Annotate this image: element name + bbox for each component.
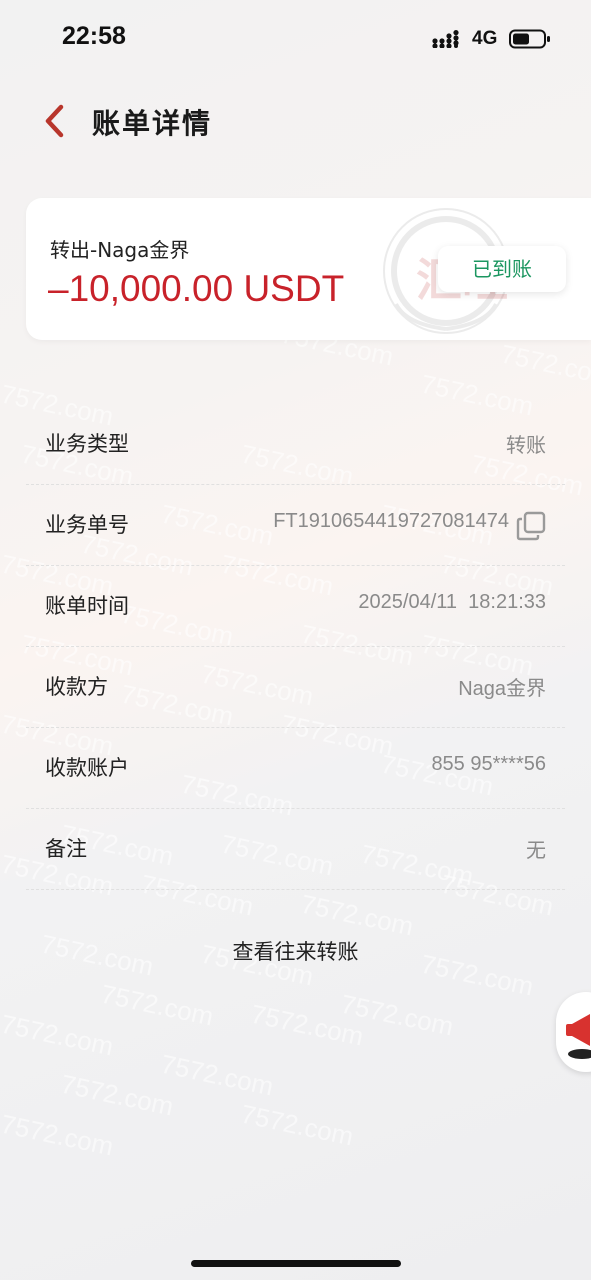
megaphone-icon bbox=[566, 1014, 591, 1059]
detail-label: 账单时间 bbox=[45, 594, 129, 618]
detail-value: 855 95****56 bbox=[431, 753, 546, 775]
view-transfers-link[interactable]: 查看往来转账 bbox=[0, 936, 591, 966]
status-time: 22:58 bbox=[62, 22, 126, 50]
detail-value: 转账 bbox=[506, 435, 546, 457]
copy-icon[interactable] bbox=[516, 511, 546, 541]
detail-row-payee-account: 收款账户 855 95****56 bbox=[26, 728, 565, 809]
watermark-text: 7572.com bbox=[248, 998, 367, 1052]
status-badge: 已到账 bbox=[438, 246, 566, 292]
signal-icon bbox=[432, 30, 459, 48]
network-type: 4G bbox=[472, 28, 498, 49]
watermark-text: 7572.com bbox=[158, 1048, 277, 1102]
transaction-summary-card: 转出-Naga金界 –10,000.00 USDT 汇旺 已到账 bbox=[26, 198, 591, 340]
detail-value: FT1910654419727081474 bbox=[273, 510, 509, 532]
status-bar: 22:58 4G bbox=[0, 0, 591, 80]
detail-label: 收款账户 bbox=[45, 756, 129, 780]
detail-value: 2025/04/11 18:21:33 bbox=[358, 591, 546, 613]
floating-service-button[interactable] bbox=[556, 992, 591, 1072]
detail-label: 业务单号 bbox=[45, 513, 129, 537]
watermark-text: 7572.com bbox=[98, 978, 217, 1032]
nav-bar: 账单详情 bbox=[0, 90, 591, 150]
transaction-title: 转出-Naga金界 bbox=[50, 238, 190, 262]
detail-row-remark: 备注 无 bbox=[26, 809, 565, 890]
battery-icon bbox=[509, 29, 550, 49]
detail-value: Naga金界 bbox=[458, 678, 546, 700]
watermark-text: 7572.com bbox=[58, 1068, 177, 1122]
detail-value: 无 bbox=[526, 840, 546, 862]
detail-label: 备注 bbox=[45, 837, 87, 861]
watermark-text: 7572.com bbox=[0, 1108, 117, 1162]
watermark-text: 7572.com bbox=[498, 338, 591, 392]
watermark-text: 7572.com bbox=[338, 988, 457, 1042]
detail-list: 业务类型 转账 业务单号 FT1910654419727081474 账单时间 … bbox=[0, 404, 591, 890]
detail-row-payee: 收款方 Naga金界 bbox=[26, 647, 565, 728]
transaction-amount: –10,000.00 USDT bbox=[48, 268, 345, 309]
detail-label: 收款方 bbox=[45, 675, 108, 699]
watermark-text: 7572.com bbox=[238, 1098, 357, 1152]
home-indicator[interactable] bbox=[191, 1260, 401, 1267]
page-title: 账单详情 bbox=[92, 107, 213, 140]
detail-label: 业务类型 bbox=[45, 432, 129, 456]
chevron-left-icon[interactable] bbox=[40, 104, 72, 138]
detail-row-business-type: 业务类型 转账 bbox=[26, 404, 565, 485]
watermark-text: 7572.com bbox=[0, 1008, 117, 1062]
detail-row-bill-time: 账单时间 2025/04/11 18:21:33 bbox=[26, 566, 565, 647]
watermark-text: 7572.com bbox=[298, 888, 417, 942]
detail-row-order-number: 业务单号 FT1910654419727081474 bbox=[26, 485, 565, 566]
